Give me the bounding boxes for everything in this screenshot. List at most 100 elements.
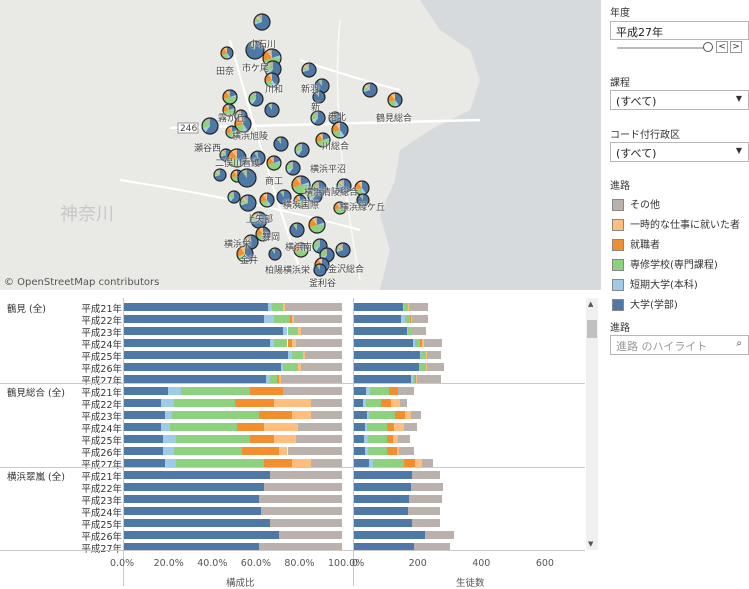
- count-bar-segment[interactable]: [366, 399, 382, 407]
- share-bar-segment[interactable]: [285, 303, 342, 311]
- count-bar-segment[interactable]: [354, 363, 419, 371]
- year-filter-value[interactable]: 平成27年: [610, 21, 749, 40]
- count-bar-segment[interactable]: [404, 459, 415, 467]
- share-bar-segment[interactable]: [180, 387, 251, 395]
- share-bar-segment[interactable]: [283, 387, 342, 395]
- count-bar-segment[interactable]: [411, 519, 440, 527]
- count-bar-segment[interactable]: [404, 423, 417, 431]
- count-bar-segment[interactable]: [389, 387, 399, 395]
- count-bar-segment[interactable]: [408, 303, 429, 311]
- count-bar-segment[interactable]: [354, 435, 365, 443]
- count-bar-segment[interactable]: [426, 351, 442, 359]
- count-bar-segment[interactable]: [354, 471, 412, 479]
- legend-item[interactable]: 専修学校(専門課程): [612, 256, 718, 271]
- share-bar-segment[interactable]: [263, 315, 275, 323]
- share-bar-segment[interactable]: [124, 363, 281, 371]
- share-bar-segment[interactable]: [124, 447, 164, 455]
- school-pie-marker[interactable]: [387, 92, 403, 108]
- course-dropdown[interactable]: (すべて) ▼: [610, 90, 749, 110]
- school-pie-marker[interactable]: [222, 89, 238, 105]
- school-pie-marker[interactable]: [259, 192, 275, 208]
- share-bar-segment[interactable]: [124, 351, 288, 359]
- share-bar-segment[interactable]: [274, 339, 288, 347]
- share-bar-segment[interactable]: [270, 471, 342, 479]
- count-bar-segment[interactable]: [395, 411, 406, 419]
- share-bar-segment[interactable]: [124, 495, 260, 503]
- school-pie-marker[interactable]: [266, 155, 282, 171]
- count-bar-segment[interactable]: [354, 327, 407, 335]
- share-bar-segment[interactable]: [274, 399, 312, 407]
- share-bar-segment[interactable]: [176, 459, 264, 467]
- count-bar-segment[interactable]: [399, 399, 408, 407]
- share-bar-segment[interactable]: [250, 387, 284, 395]
- share-bar-segment[interactable]: [261, 507, 342, 515]
- share-bar-segment[interactable]: [278, 531, 342, 539]
- share-bar-segment[interactable]: [298, 423, 342, 431]
- count-bar-segment[interactable]: [408, 495, 443, 503]
- share-bar-segment[interactable]: [124, 399, 162, 407]
- share-bar-segment[interactable]: [174, 399, 236, 407]
- legend-item[interactable]: 一時的な仕事に就いた者: [612, 216, 740, 231]
- share-bar-segment[interactable]: [124, 435, 164, 443]
- share-bar-segment[interactable]: [263, 423, 299, 431]
- share-bar-segment[interactable]: [294, 315, 342, 323]
- share-bar-segment[interactable]: [176, 435, 251, 443]
- count-bar-segment[interactable]: [354, 423, 365, 431]
- school-pie-marker[interactable]: [239, 194, 257, 212]
- school-pie-marker[interactable]: [268, 247, 282, 261]
- legend-item[interactable]: その他: [612, 196, 660, 211]
- count-bar-segment[interactable]: [411, 471, 440, 479]
- school-pie-marker[interactable]: [273, 136, 289, 152]
- year-slider-handle[interactable]: [703, 42, 713, 52]
- share-bar-segment[interactable]: [283, 363, 299, 371]
- share-bar-segment[interactable]: [272, 303, 284, 311]
- school-pie-marker[interactable]: [301, 62, 317, 78]
- share-bar-segment[interactable]: [291, 459, 312, 467]
- count-bar-segment[interactable]: [354, 351, 420, 359]
- count-bar-segment[interactable]: [368, 411, 396, 419]
- count-bar-segment[interactable]: [354, 375, 411, 383]
- share-bar-segment[interactable]: [241, 447, 279, 455]
- share-bar-segment[interactable]: [124, 507, 262, 515]
- share-bar-segment[interactable]: [124, 387, 168, 395]
- count-bar-segment[interactable]: [421, 459, 433, 467]
- share-bar-segment[interactable]: [250, 435, 275, 443]
- count-bar-segment[interactable]: [354, 459, 369, 467]
- share-bar-segment[interactable]: [237, 423, 264, 431]
- legend-item[interactable]: 就職者: [612, 236, 660, 251]
- share-bar-segment[interactable]: [124, 315, 264, 323]
- share-bar-segment[interactable]: [270, 519, 342, 527]
- share-bar-segment[interactable]: [165, 411, 172, 419]
- count-bar-segment[interactable]: [399, 447, 415, 455]
- school-pie-marker[interactable]: [227, 190, 241, 204]
- school-pie-marker[interactable]: [220, 46, 234, 60]
- count-bar-segment[interactable]: [390, 399, 400, 407]
- share-bar-segment[interactable]: [167, 387, 181, 395]
- count-bar-segment[interactable]: [367, 435, 387, 443]
- share-bar-segment[interactable]: [291, 411, 312, 419]
- count-bar-segment[interactable]: [354, 447, 365, 455]
- share-bar-segment[interactable]: [161, 423, 170, 431]
- count-bar-segment[interactable]: [372, 459, 405, 467]
- share-bar-segment[interactable]: [169, 423, 238, 431]
- share-bar-segment[interactable]: [124, 471, 271, 479]
- share-bar-segment[interactable]: [274, 315, 290, 323]
- count-bar-segment[interactable]: [410, 483, 444, 491]
- school-pie-marker[interactable]: [331, 121, 349, 139]
- share-bar-segment[interactable]: [171, 411, 260, 419]
- share-bar-segment[interactable]: [287, 327, 299, 335]
- school-pie-marker[interactable]: [253, 13, 271, 31]
- count-bar-segment[interactable]: [354, 303, 403, 311]
- count-bar-segment[interactable]: [354, 495, 409, 503]
- share-bar-segment[interactable]: [280, 375, 342, 383]
- prev-year-button[interactable]: <: [716, 41, 728, 53]
- share-bar-segment[interactable]: [235, 399, 275, 407]
- school-pie-marker[interactable]: [237, 168, 257, 188]
- map-view[interactable]: 小石川 田奈 市ケ尾 川和 新羽 新 港北 鶴見総合 霧が丘 横浜旭陵 瀬谷西 …: [0, 0, 601, 290]
- count-bar-segment[interactable]: [367, 423, 387, 431]
- share-bar-segment[interactable]: [259, 495, 342, 503]
- count-bar-segment[interactable]: [369, 387, 390, 395]
- scrollbar[interactable]: ▲ ▼: [586, 298, 598, 550]
- school-pie-marker[interactable]: [313, 263, 327, 277]
- share-bar-segment[interactable]: [165, 459, 177, 467]
